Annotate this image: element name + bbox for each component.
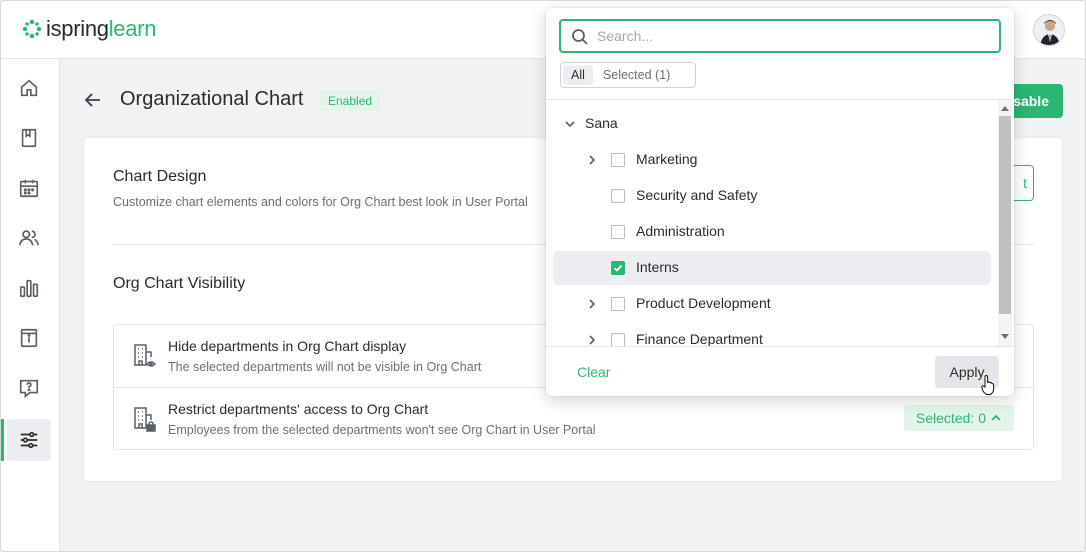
settings-sliders-icon (20, 431, 38, 449)
sidebar-active-indicator (1, 419, 4, 461)
logo-text: ispringlearn (46, 16, 157, 41)
search-icon (572, 29, 588, 45)
users-icon (19, 230, 39, 246)
tree-root-row[interactable]: Sana (553, 107, 991, 141)
department-tree: Sana Marketing Security and Safety Admin… (546, 100, 998, 346)
scroll-up-icon[interactable] (1001, 105, 1009, 111)
checkbox-interns[interactable] (611, 261, 625, 275)
search-field[interactable] (559, 19, 1001, 53)
hide-departments-title: Hide departments in Org Chart display (168, 338, 407, 354)
chevron-up-icon (991, 414, 1001, 421)
dropdown-divider-bottom (546, 346, 1014, 347)
book-icon (21, 128, 37, 148)
tree-item-label: Finance Department (636, 331, 763, 346)
tree-item-interns[interactable]: Interns (553, 251, 991, 285)
selected-count: 0 (978, 410, 987, 426)
tree-item-product-development[interactable]: Product Development (553, 287, 991, 321)
sidebar-item-help[interactable] (7, 367, 51, 409)
help-icon (19, 379, 39, 398)
sidebar-item-info[interactable] (7, 317, 51, 359)
restrict-departments-row: Restrict departments' access to Org Char… (114, 387, 1033, 449)
chart-design-subtitle: Customize chart elements and colors for … (113, 195, 528, 209)
ispring-logo-icon (22, 19, 42, 39)
sidebar-item-settings[interactable] (7, 419, 51, 461)
chevron-right-icon[interactable] (585, 297, 599, 311)
tab-selected[interactable]: Selected (1) (595, 65, 678, 85)
tree-item-label: Product Development (636, 295, 771, 311)
scroll-down-icon[interactable] (1001, 334, 1009, 340)
tree-item-finance[interactable]: Finance Department (553, 323, 991, 346)
checkmark-icon (613, 264, 623, 272)
restrict-selected-dropdown[interactable]: Selected: 0 (904, 405, 1014, 431)
hide-departments-subtitle: The selected departments will not be vis… (168, 360, 482, 374)
tree-item-label: Marketing (636, 151, 698, 167)
tree-item-label: Administration (636, 223, 725, 239)
sidebar-item-users[interactable] (7, 217, 51, 259)
sidebar-item-home[interactable] (7, 67, 51, 109)
home-icon (20, 79, 38, 97)
hand-cursor-icon (981, 374, 995, 395)
checkbox-product-development[interactable] (611, 297, 625, 311)
info-icon (20, 328, 38, 348)
calendar-icon (19, 179, 39, 198)
avatar-icon (1034, 15, 1064, 45)
building-lock-icon (134, 407, 156, 432)
department-select-dropdown: All Selected (1) Sana Marketing Security… (546, 8, 1014, 396)
chart-design-title: Chart Design (113, 168, 207, 185)
tab-all[interactable]: All (563, 65, 593, 85)
checkbox-finance[interactable] (611, 333, 625, 346)
checkbox-marketing[interactable] (611, 153, 625, 167)
filter-tabs: All Selected (1) (560, 62, 696, 88)
checkbox-administration[interactable] (611, 225, 625, 239)
reports-icon (19, 279, 39, 298)
user-avatar[interactable] (1033, 14, 1065, 46)
page-title: Organizational Chart (120, 88, 304, 110)
status-badge: Enabled (320, 91, 381, 111)
back-arrow-icon[interactable] (83, 90, 103, 110)
chevron-right-icon[interactable] (585, 153, 599, 167)
tree-item-label: Security and Safety (636, 187, 758, 203)
tree-item-label: Interns (636, 259, 679, 275)
tree-item-security[interactable]: Security and Safety (553, 179, 991, 213)
scrollbar-thumb[interactable] (999, 116, 1011, 314)
clear-button[interactable]: Clear (577, 364, 610, 380)
app-window: ispringlearn Organizational Chart Enable… (0, 0, 1086, 552)
sidebar-item-calendar[interactable] (7, 167, 51, 209)
search-input[interactable] (597, 25, 987, 47)
sidebar-item-courses[interactable] (7, 117, 51, 159)
checkbox-security[interactable] (611, 189, 625, 203)
chevron-down-icon[interactable] (563, 117, 577, 131)
tree-item-administration[interactable]: Administration (553, 215, 991, 249)
tree-root-label: Sana (585, 115, 618, 131)
chevron-right-icon[interactable] (585, 333, 599, 346)
logo[interactable]: ispringlearn (22, 16, 156, 42)
restrict-departments-title: Restrict departments' access to Org Char… (168, 401, 429, 417)
edit-design-button[interactable]: t (1014, 165, 1034, 201)
sidebar (1, 59, 60, 551)
restrict-departments-subtitle: Employees from the selected departments … (168, 423, 596, 437)
sidebar-item-reports[interactable] (7, 267, 51, 309)
selected-label: Selected: (915, 410, 975, 426)
building-hidden-icon (134, 344, 157, 367)
tree-item-marketing[interactable]: Marketing (553, 143, 991, 177)
visibility-title: Org Chart Visibility (113, 275, 246, 292)
